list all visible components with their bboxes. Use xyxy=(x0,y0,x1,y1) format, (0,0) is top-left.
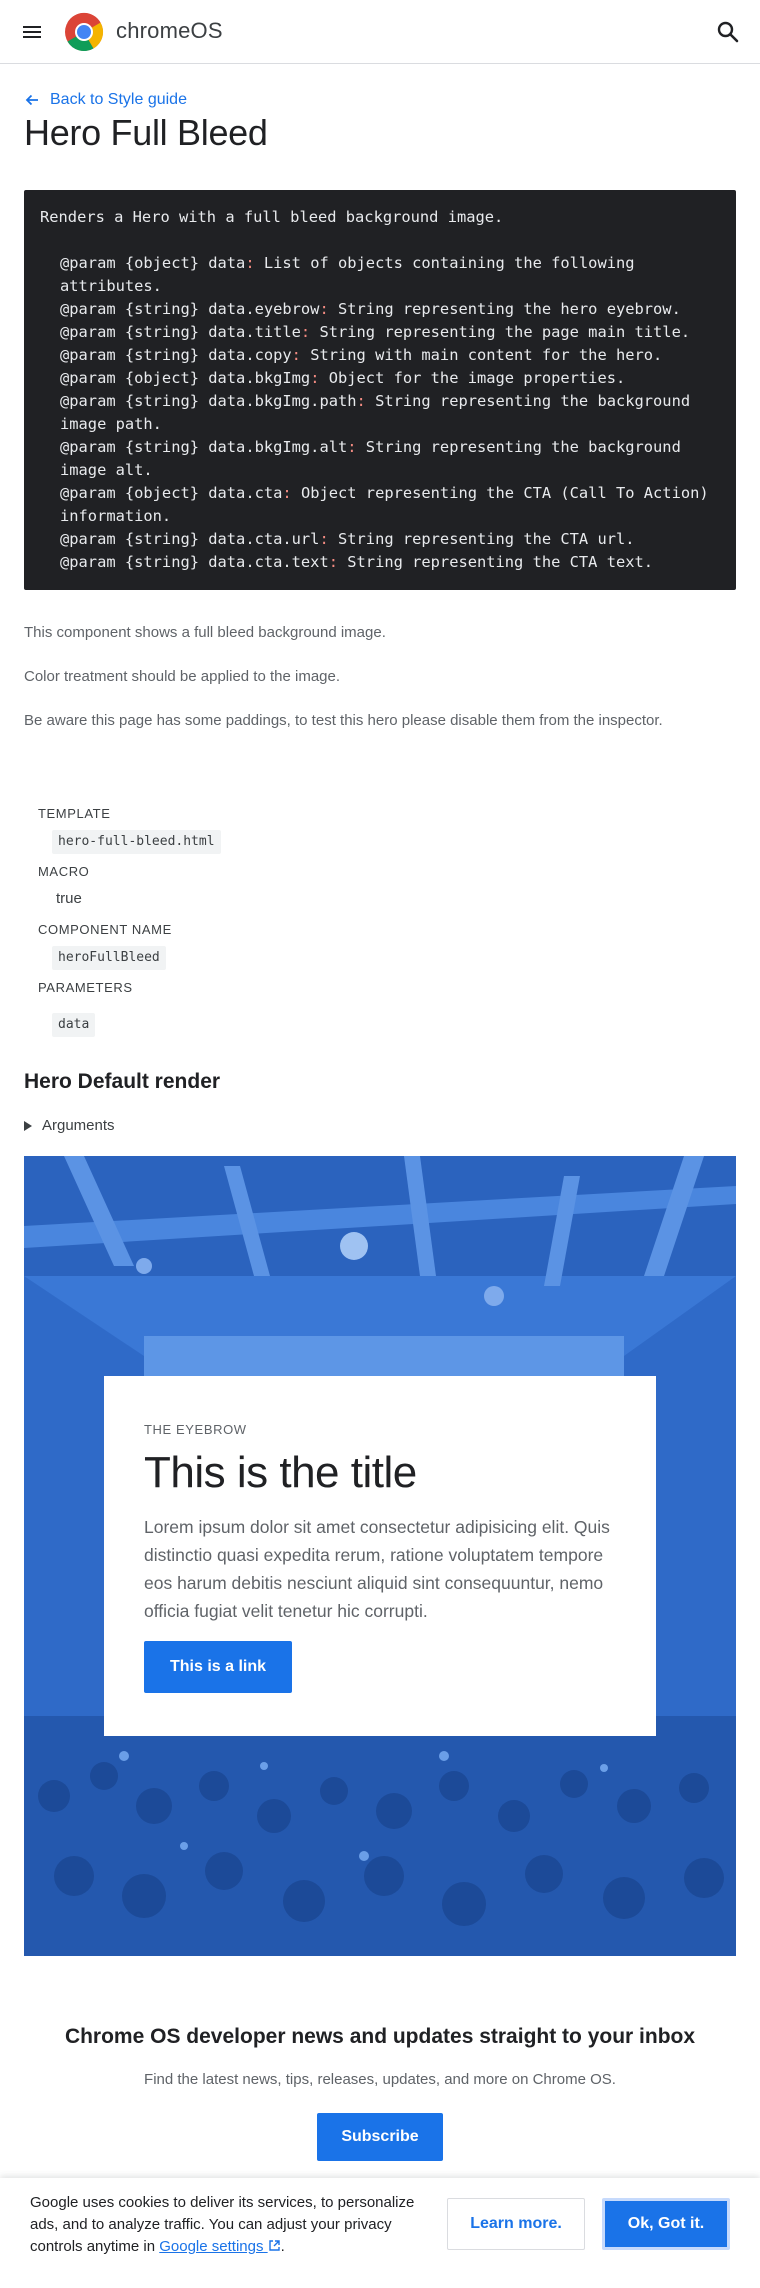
arrow-back-icon xyxy=(25,94,38,106)
code-param-separator: : xyxy=(319,300,329,318)
brand-name[interactable]: chromeOS xyxy=(116,18,223,44)
code-param-line: @param {string} data.cta.url: String rep… xyxy=(40,528,720,551)
code-param-type: @param {string} data.bkgImg.path xyxy=(60,392,357,410)
code-param-line: @param {string} data.cta.text: String re… xyxy=(40,551,720,574)
newsletter-title: Chrome OS developer news and updates str… xyxy=(64,2025,696,2048)
cookie-text: Google uses cookies to deliver its servi… xyxy=(30,2192,440,2258)
hero-card: THE EYEBROW This is the title Lorem ipsu… xyxy=(104,1376,656,1736)
description-line-3: Be aware this page has some paddings, to… xyxy=(24,712,663,729)
code-param-line: @param {string} data.bkgImg.path: String… xyxy=(40,390,720,436)
page-title: Hero Full Bleed xyxy=(24,112,268,153)
parameters-value: data xyxy=(52,1013,96,1037)
code-param-type: @param {string} data.title xyxy=(60,323,301,341)
hero-cta-button[interactable]: This is a link xyxy=(144,1641,293,1693)
code-param-description: String with main content for the hero. xyxy=(300,346,663,364)
component-name-value: heroFullBleed xyxy=(52,946,166,970)
top-app-bar: chromeOS xyxy=(0,0,760,64)
template-value: hero-full-bleed.html xyxy=(52,830,221,854)
code-param-description: Object for the image properties. xyxy=(319,369,626,387)
code-param-line: @param {object} data.bkgImg: Object for … xyxy=(40,367,720,390)
code-param-type: @param {string} data.cta.url xyxy=(60,530,320,548)
description-line-2: Color treatment should be applied to the… xyxy=(24,668,341,685)
hero-title: This is the title xyxy=(144,1448,417,1497)
code-param-description: String representing the CTA text. xyxy=(338,553,654,571)
description-line-1: This component shows a full bleed backgr… xyxy=(24,624,386,641)
cookie-consent-bar: Google uses cookies to deliver its servi… xyxy=(0,2178,760,2288)
code-param-type: @param {string} data.copy xyxy=(60,346,292,364)
search-icon[interactable] xyxy=(714,18,742,46)
back-to-style-guide-link[interactable]: Back to Style guide xyxy=(24,91,187,109)
hamburger-menu-icon[interactable] xyxy=(20,20,44,44)
chrome-logo-icon[interactable] xyxy=(64,12,104,52)
code-param-separator: : xyxy=(356,392,366,410)
ok-got-it-button[interactable]: Ok, Got it. xyxy=(602,2198,730,2250)
macro-value: true xyxy=(56,890,82,907)
learn-more-button[interactable]: Learn more. xyxy=(447,2198,585,2250)
code-param-separator: : xyxy=(291,346,301,364)
newsletter-subtitle: Find the latest news, tips, releases, up… xyxy=(144,2071,616,2088)
google-settings-label: Google settings xyxy=(159,2238,264,2255)
code-param-separator: : xyxy=(282,484,292,502)
code-param-line: @param {object} data.cta: Object represe… xyxy=(40,482,720,528)
code-intro: Renders a Hero with a full bleed backgro… xyxy=(40,208,504,226)
render-section-title: Hero Default render xyxy=(24,1070,221,1093)
disclosure-triangle-icon xyxy=(24,1120,32,1131)
code-param-separator: : xyxy=(328,553,338,571)
code-param-line: @param {string} data.copy: String with m… xyxy=(40,344,720,367)
code-param-line: @param {string} data.title: String repre… xyxy=(40,321,720,344)
code-param-line: @param {string} data.eyebrow: String rep… xyxy=(40,298,720,321)
arguments-label: Arguments xyxy=(42,1117,115,1134)
hero-eyebrow: THE EYEBROW xyxy=(144,1422,247,1437)
code-param-type: @param {object} data.cta xyxy=(60,484,283,502)
arguments-toggle[interactable]: Arguments xyxy=(24,1117,115,1134)
code-param-type: @param {string} data.bkgImg.alt xyxy=(60,438,348,456)
back-link-label: Back to Style guide xyxy=(50,91,187,108)
code-param-separator: : xyxy=(245,254,255,272)
code-param-description: String representing the hero eyebrow. xyxy=(328,300,681,318)
code-param-type: @param {object} data xyxy=(60,254,246,272)
code-param-type: @param {string} data.cta.text xyxy=(60,553,329,571)
code-param-line: @param {string} data.bkgImg.alt: String … xyxy=(40,436,720,482)
code-param-separator: : xyxy=(300,323,311,341)
macro-label: MACRO xyxy=(38,864,90,879)
code-param-type: @param {string} data.eyebrow xyxy=(60,300,320,318)
hero-full-bleed: THE EYEBROW This is the title Lorem ipsu… xyxy=(24,1156,736,1956)
code-param-separator: : xyxy=(319,530,329,548)
code-param-description: String representing the page main title. xyxy=(310,323,691,341)
code-param-type: @param {object} data.bkgImg xyxy=(60,369,311,387)
parameters-label: PARAMETERS xyxy=(38,980,133,995)
code-param-description: String representing the CTA url. xyxy=(328,530,635,548)
code-param-line: @param {object} data: List of objects co… xyxy=(40,252,720,298)
subscribe-button[interactable]: Subscribe xyxy=(317,2113,443,2161)
google-settings-link[interactable]: Google settings xyxy=(159,2238,280,2255)
cookie-period: . xyxy=(280,2238,285,2255)
template-label: TEMPLATE xyxy=(38,806,111,821)
component-name-label: COMPONENT NAME xyxy=(38,922,172,937)
code-block: Renders a Hero with a full bleed backgro… xyxy=(24,190,736,590)
external-link-icon xyxy=(268,2240,280,2251)
hero-copy: Lorem ipsum dolor sit amet consectetur a… xyxy=(144,1517,610,1621)
code-param-separator: : xyxy=(347,438,357,456)
